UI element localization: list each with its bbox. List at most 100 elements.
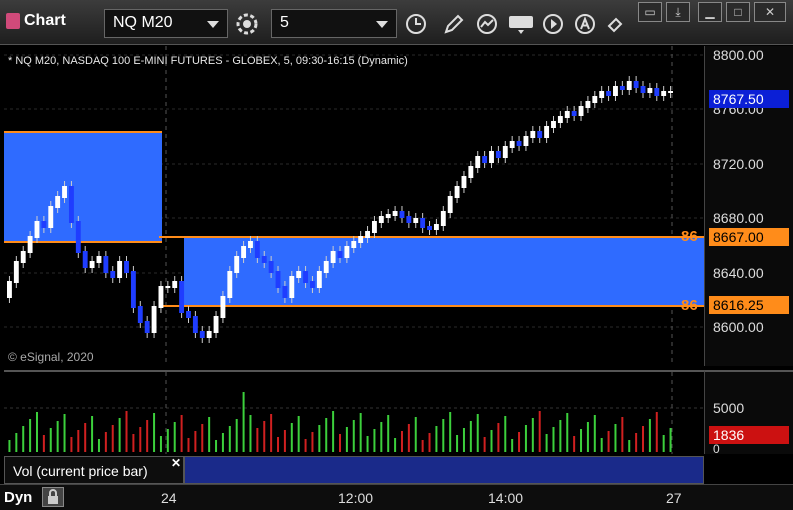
interval-combo[interactable]: 5 — [271, 9, 397, 38]
candle-body — [640, 86, 646, 93]
volume-bar — [456, 435, 459, 452]
candle-body — [82, 251, 88, 268]
candle-body — [551, 121, 556, 128]
play-icon — [543, 13, 563, 34]
volume-bar — [339, 434, 341, 452]
volume-bars — [8, 392, 672, 452]
toolbar: Chart NQ M20 5 ▭ ⤓ ▁ □ ✕ — [0, 0, 793, 45]
volume-bar — [373, 429, 376, 452]
volume-bar — [139, 427, 142, 452]
volume-bar — [504, 416, 507, 452]
draw-tool-button[interactable] — [439, 9, 469, 38]
candle-body — [571, 111, 577, 116]
volume-bar — [125, 411, 128, 452]
interval-value: 5 — [280, 14, 289, 31]
time-label: 12:00 — [338, 490, 374, 506]
volume-bar — [111, 425, 114, 452]
watermark: © eSignal, 2020 — [8, 350, 94, 364]
scale-mode[interactable]: Dyn — [4, 489, 32, 506]
candle-body — [261, 256, 267, 263]
candle-body — [137, 306, 143, 323]
minimize-button[interactable]: ▁ — [698, 2, 722, 22]
get-icon — [509, 15, 533, 34]
volume-bar — [531, 418, 534, 452]
candle-body — [461, 176, 467, 188]
volume-label: 0 — [713, 442, 720, 456]
volume-bar — [8, 440, 11, 452]
volume-bar — [655, 412, 658, 452]
gear-icon — [236, 13, 258, 34]
volume-bar — [201, 424, 204, 452]
candle-body — [234, 256, 240, 273]
time-template-button[interactable] — [401, 9, 431, 38]
price-label: 8600.00 — [713, 319, 764, 335]
candle-body — [530, 131, 536, 138]
link-icon — [607, 17, 623, 32]
candle-body — [48, 206, 54, 228]
volume-bar — [662, 435, 665, 452]
candle-body — [268, 261, 274, 273]
volume-bar — [283, 430, 286, 452]
candle-body — [241, 246, 247, 258]
candle-body — [124, 261, 129, 273]
volume-canvas — [4, 372, 704, 454]
volume-bar — [56, 421, 59, 452]
window-menu-button[interactable]: ▭ — [638, 2, 662, 22]
volume-bar — [462, 428, 465, 452]
volume-bar — [428, 433, 431, 452]
volume-panel[interactable] — [4, 370, 704, 454]
volume-bar — [242, 392, 245, 452]
pencil-icon — [444, 14, 464, 34]
settings-button[interactable] — [232, 9, 262, 38]
volume-bar — [35, 412, 38, 452]
maximize-button[interactable]: □ — [726, 2, 750, 22]
candle-body — [27, 236, 33, 253]
volume-bar — [270, 414, 273, 452]
close-button[interactable]: ✕ — [754, 2, 786, 22]
candle-body — [68, 186, 74, 223]
studies-button[interactable] — [472, 9, 502, 38]
volume-bar — [208, 417, 211, 452]
current-price-tag: 8767.50 — [709, 90, 789, 108]
candle-body — [275, 271, 281, 288]
alerts-button[interactable] — [570, 9, 600, 38]
time-axis[interactable]: Dyn 24 12:00 14:00 27 — [0, 484, 793, 510]
dock-button[interactable]: ⤓ — [666, 2, 690, 22]
link-button[interactable] — [601, 9, 631, 38]
volume-bar — [228, 426, 231, 452]
volume-bar — [387, 415, 390, 452]
volume-bar — [621, 417, 624, 452]
time-label: 24 — [161, 490, 177, 506]
symbol-combo[interactable]: NQ M20 — [104, 9, 228, 38]
volume-bar — [221, 433, 224, 452]
price-label: 8720.00 — [713, 156, 764, 172]
candle-body — [475, 156, 481, 168]
volume-bar — [159, 436, 162, 452]
candle-body — [199, 331, 205, 338]
candle-body — [564, 111, 570, 118]
volume-bar — [435, 426, 438, 452]
price-axis[interactable]: 8800.00 8760.00 8720.00 8680.00 8640.00 … — [704, 46, 793, 366]
price-label: 8680.00 — [713, 210, 764, 226]
volume-bar — [70, 437, 73, 452]
close-study-icon[interactable]: ✕ — [171, 456, 181, 470]
price-chart[interactable] — [4, 46, 704, 366]
volume-bar — [511, 439, 514, 452]
volume-bar — [586, 422, 589, 452]
play-button[interactable] — [538, 9, 568, 38]
volume-bar — [49, 428, 52, 452]
lock-scale-button[interactable] — [42, 487, 64, 507]
zone-upper-label: 86 — [681, 228, 698, 245]
candle-body — [296, 271, 302, 278]
get-data-button[interactable] — [506, 9, 536, 38]
clock-icon — [406, 13, 426, 34]
candle-body — [509, 141, 515, 148]
candle-body — [358, 236, 364, 243]
volume-bar — [490, 430, 493, 452]
candle-body — [344, 246, 350, 258]
candle-body — [606, 91, 612, 96]
volume-legend[interactable]: Vol (current price bar) — [4, 456, 184, 484]
candle-body — [41, 221, 47, 228]
volume-bar — [352, 420, 355, 452]
zone-lower-price-tag: 8616.25 — [709, 296, 789, 314]
